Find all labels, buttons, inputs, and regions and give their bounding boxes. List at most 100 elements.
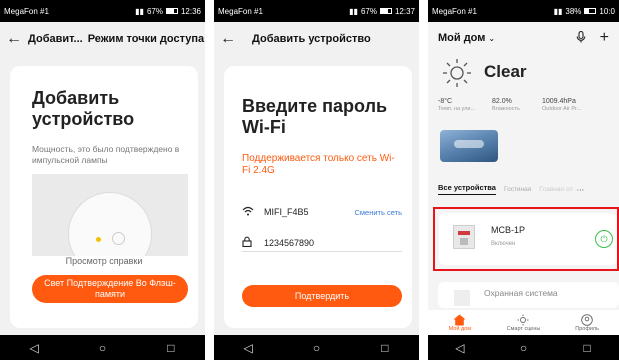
stat-label: Влажность <box>492 106 520 112</box>
stat-value: 1009.4hPa <box>542 98 576 105</box>
nav-back-icon[interactable]: ◁ <box>27 341 41 355</box>
nav-recents-icon[interactable]: □ <box>580 341 594 355</box>
device-status: Включен <box>491 241 516 247</box>
lamp-icon <box>68 192 152 256</box>
app-header: ← Добавить устройство <box>214 22 419 56</box>
clock: 10:0 <box>599 6 615 16</box>
page-heading: Введите пароль Wi-Fi <box>242 96 388 137</box>
android-nav-bar: ◁ ○ □ <box>214 335 419 360</box>
power-toggle-icon[interactable]: ⏻ <box>595 230 613 248</box>
carrier-label: MegaFon #1 <box>4 6 49 16</box>
more-tabs-icon[interactable]: ⋯ <box>577 185 585 194</box>
device-name: Охранная система <box>484 288 558 298</box>
nav-recents-icon[interactable]: □ <box>164 341 178 355</box>
weather-stats: -8°C Темп. на ули... 82.0% Влажность 100… <box>438 98 619 112</box>
password-row[interactable]: 1234567890 <box>242 234 402 252</box>
status-bar: MegaFon #1 ▮▮ 38% 10:0 <box>428 0 619 22</box>
confirm-button[interactable]: Подтвердить <box>242 285 402 307</box>
nav-recents-icon[interactable]: □ <box>378 341 392 355</box>
sun-icon <box>442 58 472 93</box>
tab-main-bedroom[interactable]: Главная сп <box>539 186 572 193</box>
nav-home-icon[interactable]: ○ <box>309 341 323 355</box>
microphone-icon[interactable] <box>576 30 586 46</box>
nav-my-home[interactable]: Мой дом <box>432 313 488 332</box>
nav-label: Мой дом <box>448 326 471 332</box>
stat-value: 82.0% <box>492 98 512 105</box>
confirm-flash-button[interactable]: Свет Подтверждение Во Флэш-памяти <box>32 275 188 303</box>
power-button-icon <box>112 232 125 245</box>
nav-label: Профиль <box>575 326 600 332</box>
stat-label: Темп. на ули... <box>438 106 476 112</box>
carrier-label: MegaFon #1 <box>432 6 477 16</box>
profile-icon <box>559 313 615 326</box>
content-card: Введите пароль Wi-Fi Поддерживается толь… <box>224 66 412 328</box>
nav-smart-scenes[interactable]: Смарт сцены <box>495 313 551 332</box>
stat-value: -8°C <box>438 98 453 105</box>
device-card[interactable]: MCB-1P Включен ⏻ <box>439 213 617 265</box>
chevron-down-icon[interactable]: ⌄ <box>488 34 495 43</box>
mode-switch-link[interactable]: Режим точки доступа <box>88 33 204 45</box>
tab-living-room[interactable]: Гостиная <box>504 186 531 193</box>
battery-icon <box>165 8 178 14</box>
status-bar: MegaFon #1 ▮▮ 67% 12:37 <box>214 0 419 22</box>
wifi-ssid: MIFI_F4B5 <box>264 207 309 217</box>
stat-temperature: -8°C Темп. на ули... <box>438 98 484 112</box>
device-name: MCB-1P <box>491 225 526 235</box>
nav-back-icon[interactable]: ◁ <box>453 341 467 355</box>
help-link[interactable]: Просмотр справки <box>10 256 198 266</box>
nav-label: Смарт сцены <box>506 326 541 332</box>
screen-my-home: MegaFon #1 ▮▮ 38% 10:0 Мой дом ⌄ + Clear <box>428 0 619 360</box>
wifi-row: MIFI_F4B5 Сменить сеть <box>242 204 402 220</box>
page-heading: Добавить устройство <box>32 88 135 129</box>
screen-add-device-ap: MegaFon #1 ▮▮ 67% 12:36 ← Добавит... Реж… <box>0 0 205 360</box>
breaker-icon <box>453 225 475 249</box>
signal-icon: ▮▮ <box>135 6 144 16</box>
battery-icon <box>584 8 597 14</box>
home-icon <box>432 313 488 326</box>
signal-icon: ▮▮ <box>553 6 563 16</box>
instruction-text: Мощность, это было подтверждено в импуль… <box>32 144 180 165</box>
scene-sun-icon <box>495 313 551 326</box>
weather-condition: Clear <box>484 62 527 81</box>
scene-banner[interactable] <box>440 130 498 162</box>
led-indicator-icon <box>96 237 101 242</box>
nav-home-icon[interactable]: ○ <box>95 341 109 355</box>
room-tabs: Все устройства Гостиная Главная сп ⋯ <box>428 180 619 198</box>
wifi-warning: Поддерживается только сеть Wi-Fi 2.4G <box>242 153 395 176</box>
home-header: Мой дом ⌄ + <box>428 22 619 54</box>
lock-icon <box>242 236 260 249</box>
add-icon[interactable]: + <box>600 29 609 47</box>
nav-profile[interactable]: Профиль <box>559 313 615 332</box>
nav-back-icon[interactable]: ◁ <box>241 341 255 355</box>
battery-percent: 67% <box>360 6 377 16</box>
back-arrow-icon[interactable]: ← <box>214 30 242 48</box>
app-bottom-nav: Мой дом Смарт сцены Профиль <box>428 310 619 335</box>
change-network-link[interactable]: Сменить сеть <box>354 208 402 217</box>
banner-cloud-icon <box>454 140 484 148</box>
battery-icon <box>379 8 392 14</box>
home-selector[interactable]: Мой дом <box>438 32 485 44</box>
back-arrow-icon[interactable]: ← <box>0 30 28 48</box>
battery-percent: 67% <box>146 6 163 16</box>
content-card: Добавить устройство Мощность, это было п… <box>10 66 198 328</box>
wifi-icon <box>242 206 260 219</box>
device-card-highlight: MCB-1P Включен ⏻ <box>433 207 619 271</box>
security-device-icon <box>454 290 470 306</box>
stat-humidity: 82.0% Влажность <box>492 98 534 112</box>
clock: 12:37 <box>394 6 415 16</box>
screen-wifi-password: MegaFon #1 ▮▮ 67% 12:37 ← Добавить устро… <box>214 0 419 360</box>
tab-all-devices[interactable]: Все устройства <box>438 183 496 195</box>
app-header: ← Добавит... Режим точки доступа <box>0 22 205 56</box>
android-nav-bar: ◁ ○ □ <box>428 335 619 360</box>
weather-section: Clear -8°C Темп. на ули... 82.0% Влажнос… <box>438 56 619 126</box>
clock: 12:36 <box>180 6 201 16</box>
nav-home-icon[interactable]: ○ <box>516 341 530 355</box>
battery-percent: 38% <box>565 6 582 16</box>
header-title: Добавит... <box>28 33 83 45</box>
stat-pressure: 1009.4hPa Outdoor Air Pr... <box>542 98 598 112</box>
device-card[interactable]: Охранная система <box>438 282 619 308</box>
password-input[interactable]: 1234567890 <box>264 238 314 248</box>
device-illustration <box>32 174 188 256</box>
carrier-label: MegaFon #1 <box>218 6 263 16</box>
stat-label: Outdoor Air Pr... <box>542 106 582 112</box>
